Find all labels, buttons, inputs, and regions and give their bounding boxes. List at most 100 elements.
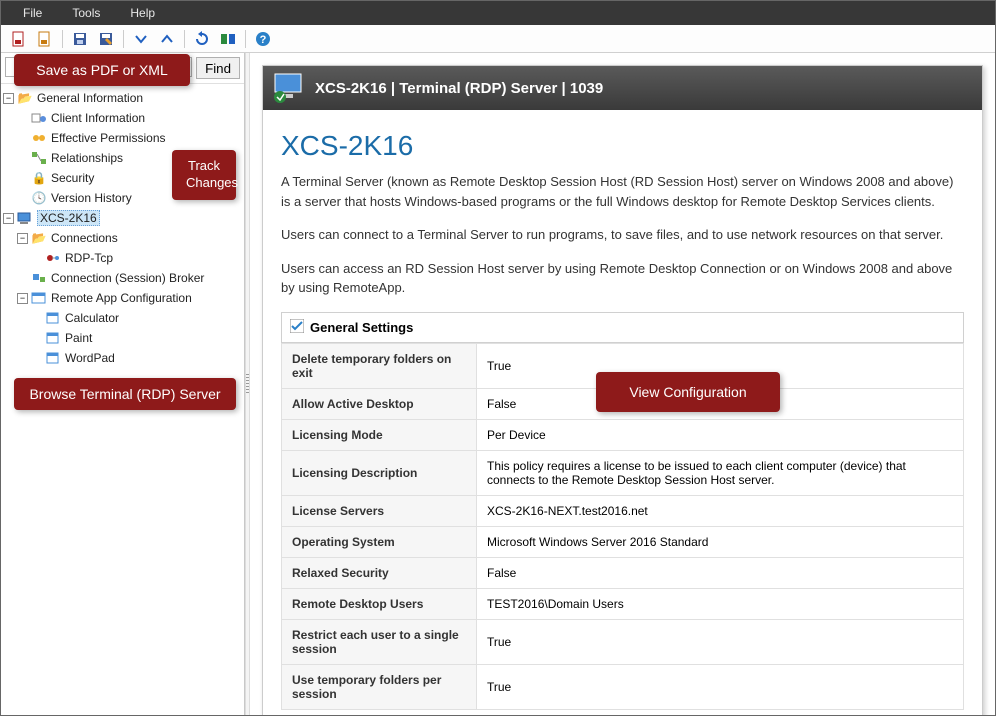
tree-node-server[interactable]: − XCS-2K16 xyxy=(3,208,242,228)
setting-value: XCS-2K16-NEXT.test2016.net xyxy=(477,495,964,526)
toolbar: ? xyxy=(1,25,995,53)
setting-value: Per Device xyxy=(477,419,964,450)
tree: − 📂 General Information Client Informati… xyxy=(1,84,244,372)
tree-node-effective-permissions[interactable]: Effective Permissions xyxy=(3,128,242,148)
panel-header: XCS-2K16 | Terminal (RDP) Server | 1039 xyxy=(263,66,982,110)
tree-label: Remote App Configuration xyxy=(51,291,192,305)
tree-label: Effective Permissions xyxy=(51,131,166,145)
history-icon: 🕓 xyxy=(31,190,47,206)
window-icon xyxy=(31,290,47,306)
tree-node-paint[interactable]: Paint xyxy=(3,328,242,348)
tree-node-connections[interactable]: − 📂 Connections xyxy=(3,228,242,248)
menubar: File Tools Help xyxy=(1,1,995,25)
panel-body: XCS-2K16 A Terminal Server (known as Rem… xyxy=(263,110,982,715)
callout-save: Save as PDF or XML xyxy=(14,54,190,86)
tree-node-general-information[interactable]: − 📂 General Information xyxy=(3,88,242,108)
tree-label: WordPad xyxy=(65,351,115,365)
table-row: Licensing DescriptionThis policy require… xyxy=(282,450,964,495)
setting-key: Allow Active Desktop xyxy=(282,388,477,419)
tree-node-client-information[interactable]: Client Information xyxy=(3,108,242,128)
tree-label: Version History xyxy=(51,191,132,205)
table-row: Use temporary folders per sessionTrue xyxy=(282,664,964,709)
folder-icon: 📂 xyxy=(31,230,47,246)
setting-key: Licensing Mode xyxy=(282,419,477,450)
table-row: Remote Desktop UsersTEST2016\Domain User… xyxy=(282,588,964,619)
setting-key: Use temporary folders per session xyxy=(282,664,477,709)
compare-button[interactable] xyxy=(216,28,240,50)
tree-label: Client Information xyxy=(51,111,145,125)
server-monitor-icon xyxy=(273,72,305,104)
setting-key: Operating System xyxy=(282,526,477,557)
callout-track: Track Changes xyxy=(172,150,236,200)
collapse-icon[interactable]: − xyxy=(3,93,14,104)
tree-node-wordpad[interactable]: WordPad xyxy=(3,348,242,368)
app-icon xyxy=(45,330,61,346)
checkbox-list-icon xyxy=(290,319,304,336)
save-button[interactable] xyxy=(68,28,92,50)
export-pdf-button[interactable] xyxy=(7,28,31,50)
tree-label: RDP-Tcp xyxy=(65,251,113,265)
table-row: Operating SystemMicrosoft Windows Server… xyxy=(282,526,964,557)
folder-icon: 📂 xyxy=(17,90,33,106)
setting-key: License Servers xyxy=(282,495,477,526)
description-paragraph: Users can access an RD Session Host serv… xyxy=(281,259,964,298)
edit-button[interactable] xyxy=(94,28,118,50)
tree-label: XCS-2K16 xyxy=(37,210,100,226)
setting-value: False xyxy=(477,557,964,588)
permissions-icon xyxy=(31,130,47,146)
table-row: Licensing ModePer Device xyxy=(282,419,964,450)
table-row: Relaxed SecurityFalse xyxy=(282,557,964,588)
client-info-icon xyxy=(31,110,47,126)
menu-tools[interactable]: Tools xyxy=(58,3,114,23)
setting-key: Remote Desktop Users xyxy=(282,588,477,619)
toolbar-separator xyxy=(245,30,246,48)
callout-view: View Configuration xyxy=(596,372,780,412)
tree-node-remote-app[interactable]: − Remote App Configuration xyxy=(3,288,242,308)
toolbar-separator xyxy=(123,30,124,48)
section-title: General Settings xyxy=(310,320,413,335)
table-row: License ServersXCS-2K16-NEXT.test2016.ne… xyxy=(282,495,964,526)
tree-node-rdp-tcp[interactable]: RDP-Tcp xyxy=(3,248,242,268)
tree-label: Relationships xyxy=(51,151,123,165)
menu-help[interactable]: Help xyxy=(116,3,169,23)
setting-value: Microsoft Windows Server 2016 Standard xyxy=(477,526,964,557)
tree-label: Connections xyxy=(51,231,118,245)
toolbar-separator xyxy=(184,30,185,48)
tree-label: General Information xyxy=(37,91,143,105)
refresh-button[interactable] xyxy=(190,28,214,50)
server-icon xyxy=(17,210,33,226)
setting-value: True xyxy=(477,619,964,664)
tree-label: Paint xyxy=(65,331,92,345)
relationships-icon xyxy=(31,150,47,166)
tree-label: Security xyxy=(51,171,94,185)
toolbar-separator xyxy=(62,30,63,48)
setting-value: This policy requires a license to be iss… xyxy=(477,450,964,495)
expand-down-button[interactable] xyxy=(129,28,153,50)
tree-label: Connection (Session) Broker xyxy=(51,271,204,285)
setting-value: TEST2016\Domain Users xyxy=(477,588,964,619)
lock-icon: 🔒 xyxy=(31,170,47,186)
app-icon xyxy=(45,350,61,366)
app-icon xyxy=(45,310,61,326)
find-button[interactable]: Find xyxy=(196,57,240,79)
collapse-icon[interactable]: − xyxy=(3,213,14,224)
page-title: XCS-2K16 xyxy=(281,130,964,162)
tree-label: Calculator xyxy=(65,311,119,325)
menu-file[interactable]: File xyxy=(9,3,56,23)
export-xml-button[interactable] xyxy=(33,28,57,50)
connection-icon xyxy=(45,250,61,266)
tree-node-calculator[interactable]: Calculator xyxy=(3,308,242,328)
collapse-icon[interactable]: − xyxy=(17,233,28,244)
setting-value: True xyxy=(477,664,964,709)
tree-node-session-broker[interactable]: Connection (Session) Broker xyxy=(3,268,242,288)
setting-key: Licensing Description xyxy=(282,450,477,495)
table-row: Restrict each user to a single sessionTr… xyxy=(282,619,964,664)
help-button[interactable]: ? xyxy=(251,28,275,50)
section-header-general: General Settings xyxy=(281,312,964,343)
setting-key: Relaxed Security xyxy=(282,557,477,588)
setting-key: Delete temporary folders on exit xyxy=(282,343,477,388)
svg-text:?: ? xyxy=(260,34,267,46)
collapse-up-button[interactable] xyxy=(155,28,179,50)
setting-key: Restrict each user to a single session xyxy=(282,619,477,664)
collapse-icon[interactable]: − xyxy=(17,293,28,304)
